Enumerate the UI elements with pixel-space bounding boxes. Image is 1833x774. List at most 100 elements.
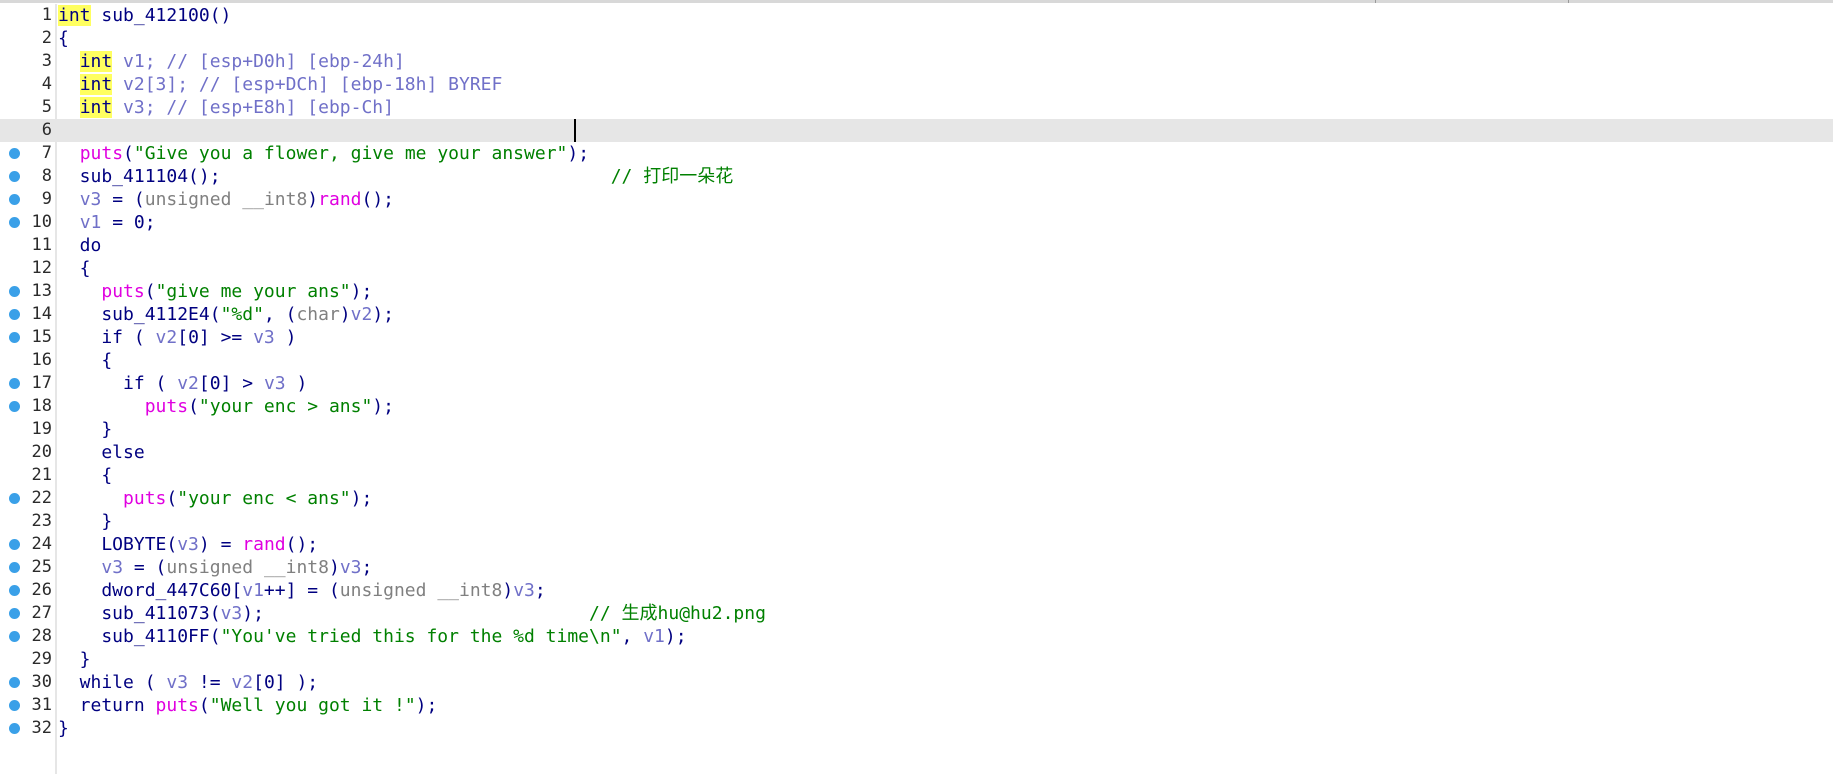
code-token: } — [58, 649, 91, 670]
code-line[interactable]: 19 } — [0, 418, 1833, 441]
code-line[interactable]: 29 } — [0, 648, 1833, 671]
code-text[interactable]: } — [58, 510, 112, 533]
code-token: = ( — [123, 557, 167, 578]
code-text[interactable]: v1 = 0; — [58, 211, 156, 234]
code-line[interactable]: 30 while ( v3 != v2[0] ); — [0, 671, 1833, 694]
code-token: sub_4110FF( — [58, 626, 221, 647]
code-text[interactable]: { — [58, 257, 91, 280]
divider-tick — [1375, 0, 1376, 3]
code-text[interactable]: puts("give me your ans"); — [58, 280, 372, 303]
code-line[interactable]: 26 dword_447C60[v1++] = (unsigned __int8… — [0, 579, 1833, 602]
code-text[interactable]: else — [58, 441, 144, 464]
code-text[interactable]: int v3; // [esp+E8h] [ebp-Ch] — [58, 96, 394, 119]
code-line[interactable]: 8 sub_411104(); // 打印一朵花 — [0, 165, 1833, 188]
code-text[interactable]: { — [58, 349, 112, 372]
code-token: LOBYTE( — [58, 534, 178, 555]
code-line[interactable]: 23 } — [0, 510, 1833, 533]
code-text[interactable]: v3 = (unsigned __int8)rand(); — [58, 188, 394, 211]
code-token: ( — [123, 143, 134, 164]
code-text[interactable]: sub_4110FF("You've tried this for the %d… — [58, 625, 686, 648]
code-token: unsigned __int8 — [166, 557, 329, 578]
code-token: rand — [318, 189, 362, 210]
code-token: ); — [567, 143, 590, 164]
code-token: v3 — [166, 672, 189, 693]
code-line[interactable]: 10 v1 = 0; — [0, 211, 1833, 234]
line-number: 6 — [41, 120, 52, 140]
code-token: "Give you a flower, give me your answer" — [133, 143, 568, 164]
code-line[interactable]: 7 puts("Give you a flower, give me your … — [0, 142, 1833, 165]
code-text[interactable]: dword_447C60[v1++] = (unsigned __int8)v3… — [58, 579, 545, 602]
code-text[interactable]: v3 = (unsigned __int8)v3; — [58, 556, 372, 579]
code-token: if ( — [58, 373, 178, 394]
code-text[interactable]: { — [58, 464, 112, 487]
code-line[interactable]: 2{ — [0, 27, 1833, 50]
line-number: 11 — [31, 235, 52, 255]
code-text[interactable]: puts("Give you a flower, give me your an… — [58, 142, 589, 165]
code-line[interactable]: 21 { — [0, 464, 1833, 487]
code-token: puts — [79, 143, 124, 164]
code-line[interactable]: 18 puts("your enc > ans"); — [0, 395, 1833, 418]
code-token: , — [621, 626, 644, 647]
code-text[interactable]: while ( v3 != v2[0] ); — [58, 671, 318, 694]
code-line[interactable]: 16 { — [0, 349, 1833, 372]
code-line[interactable]: 17 if ( v2[0] > v3 ) — [0, 372, 1833, 395]
text-cursor — [574, 119, 576, 142]
code-text[interactable]: int sub_412100() — [58, 4, 231, 27]
code-line[interactable]: 15 if ( v2[0] >= v3 ) — [0, 326, 1833, 349]
code-token: ( — [198, 695, 210, 716]
code-text[interactable]: if ( v2[0] >= v3 ) — [58, 326, 296, 349]
code-text[interactable]: LOBYTE(v3) = rand(); — [58, 533, 318, 556]
code-text[interactable]: } — [58, 717, 69, 740]
code-line[interactable]: 25 v3 = (unsigned __int8)v3; — [0, 556, 1833, 579]
code-token: ); — [350, 488, 373, 509]
code-token: return — [58, 695, 156, 716]
code-token: if ( — [58, 327, 156, 348]
line-number: 25 — [31, 557, 52, 577]
code-line[interactable]: 6 — [0, 119, 1833, 142]
pseudocode-view[interactable]: 1 int sub_412100() 2{3 int v1; // [esp+D0h… — [0, 4, 1833, 740]
code-line[interactable]: 27 sub_411073(v3); // 生成hu@hu2.png — [0, 602, 1833, 625]
code-text[interactable]: { — [58, 27, 69, 50]
code-line[interactable]: 31 return puts("Well you got it !"); — [0, 694, 1833, 717]
code-line[interactable]: 28 sub_4110FF("You've tried this for the… — [0, 625, 1833, 648]
code-text[interactable]: if ( v2[0] > v3 ) — [58, 372, 307, 395]
code-text[interactable]: int v1; // [esp+D0h] [ebp-24h] — [58, 50, 405, 73]
code-token: ); — [372, 396, 394, 417]
code-line[interactable]: 4 int v2[3]; // [esp+DCh] [ebp-18h] BYRE… — [0, 73, 1833, 96]
code-token: while ( — [58, 672, 167, 693]
code-text[interactable]: sub_4112E4("%d", (char)v2); — [58, 303, 394, 326]
code-token: [0] ); — [253, 672, 319, 693]
code-line[interactable]: 32} — [0, 717, 1833, 740]
line-number: 31 — [31, 695, 52, 715]
code-text[interactable]: return puts("Well you got it !"); — [58, 694, 438, 717]
code-text[interactable]: puts("your enc > ans"); — [58, 395, 394, 418]
code-token: [0] > — [198, 373, 264, 394]
code-token: ) — [339, 304, 351, 325]
code-line[interactable]: 20 else — [0, 441, 1833, 464]
code-token: sub_411073( — [58, 603, 221, 624]
code-line[interactable]: 3 int v1; // [esp+D0h] [ebp-24h] — [0, 50, 1833, 73]
code-text[interactable]: sub_411104(); // 打印一朵花 — [58, 165, 734, 188]
code-line[interactable]: 22 puts("your enc < ans"); — [0, 487, 1833, 510]
code-text[interactable]: sub_411073(v3); // 生成hu@hu2.png — [58, 602, 766, 625]
code-text[interactable]: puts("your enc < ans"); — [58, 487, 372, 510]
line-number: 20 — [31, 442, 52, 462]
code-token: v1 — [79, 212, 102, 233]
code-line[interactable]: 11 do — [0, 234, 1833, 257]
code-text[interactable]: do — [58, 234, 102, 257]
code-line[interactable]: 13 puts("give me your ans"); — [0, 280, 1833, 303]
code-token: } — [58, 718, 69, 739]
code-line[interactable]: 5 int v3; // [esp+E8h] [ebp-Ch] — [0, 96, 1833, 119]
code-text[interactable]: int v2[3]; // [esp+DCh] [ebp-18h] BYREF — [58, 73, 502, 96]
code-line[interactable]: 1 int sub_412100() — [0, 4, 1833, 27]
code-text[interactable]: } — [58, 418, 112, 441]
line-number: 22 — [31, 488, 52, 508]
code-line[interactable]: 14 sub_4112E4("%d", (char)v2); — [0, 303, 1833, 326]
code-line[interactable]: 12 { — [0, 257, 1833, 280]
code-text[interactable]: } — [58, 648, 91, 671]
code-line[interactable]: 24 LOBYTE(v3) = rand(); — [0, 533, 1833, 556]
code-token: = ( — [101, 189, 145, 210]
code-line[interactable]: 9 v3 = (unsigned __int8)rand(); — [0, 188, 1833, 211]
code-token: puts — [144, 396, 189, 417]
code-token: { — [58, 28, 69, 49]
